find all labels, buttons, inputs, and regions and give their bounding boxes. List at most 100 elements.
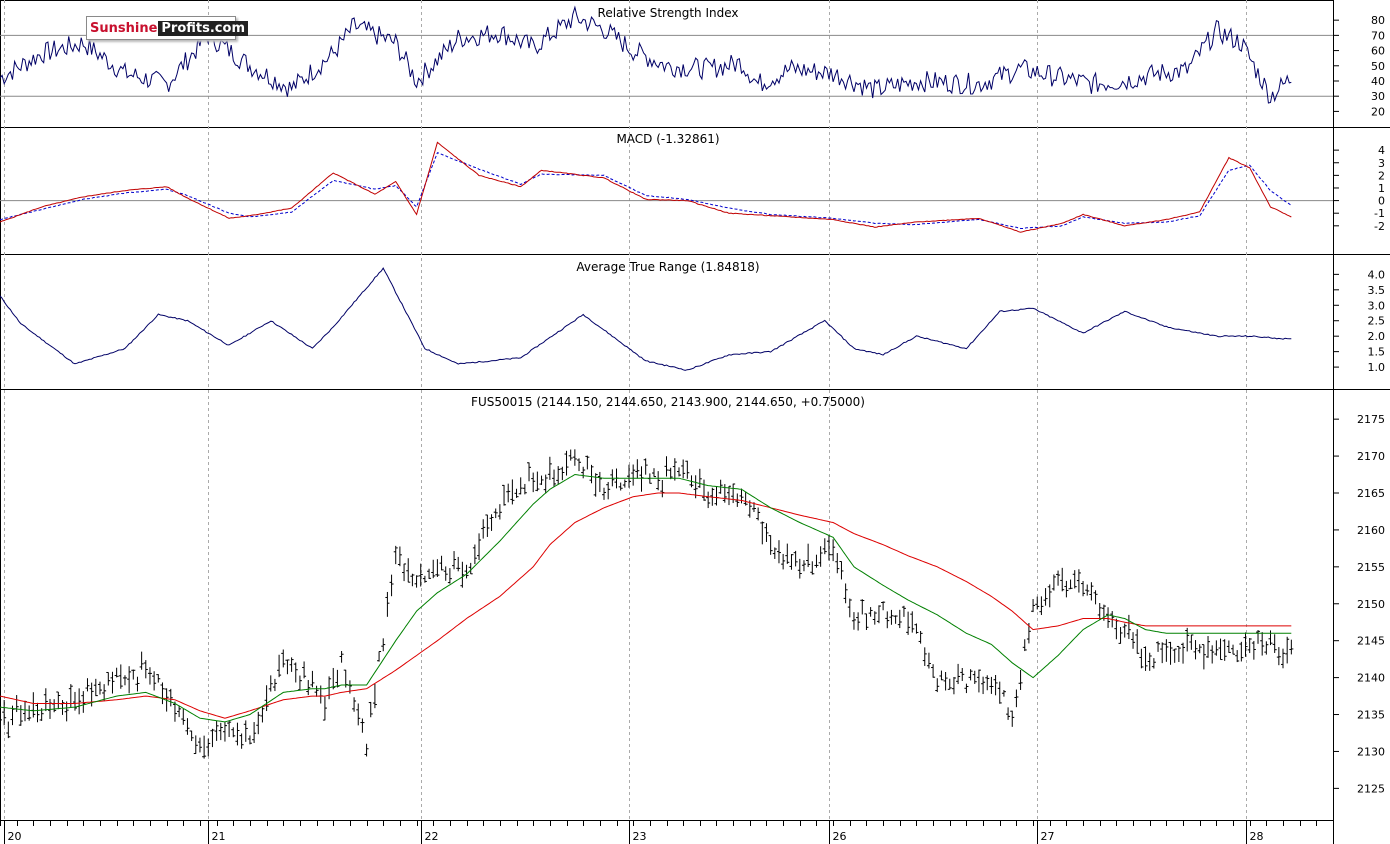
price-bar <box>897 609 902 629</box>
price-bar <box>1156 641 1161 652</box>
price-bar <box>935 678 940 693</box>
price-bar <box>127 666 132 694</box>
price-bar <box>202 735 207 759</box>
price-bar <box>210 728 215 748</box>
price-bar <box>1268 630 1273 646</box>
price-bar <box>1189 634 1194 650</box>
price-bar <box>268 675 273 692</box>
price-bar <box>622 479 627 488</box>
price-bar <box>976 669 981 693</box>
price-bar <box>1172 648 1177 663</box>
price-bar <box>1056 570 1061 586</box>
price-bar <box>35 702 40 723</box>
price-bar <box>556 466 561 485</box>
price-bar <box>810 561 815 575</box>
price-bar <box>435 559 440 577</box>
price-bar <box>522 483 527 495</box>
macd-title: MACD (-1.32861) <box>616 132 719 146</box>
price-bar <box>1031 599 1036 613</box>
price-bar <box>72 691 77 711</box>
chart-window: 20 30 40 50 60 70 80 -2 -1 0 1 2 3 4 1.0 1.5 2.0 2.5 3.0 3.… <box>0 0 1390 844</box>
price-bar <box>776 540 781 564</box>
price-bar <box>876 605 881 624</box>
x-tick-label: 27 <box>1041 830 1055 843</box>
price-bar <box>676 467 681 477</box>
price-bar <box>943 671 948 691</box>
price-bar <box>189 730 194 742</box>
y-tick-label: 3.0 <box>1368 299 1386 312</box>
price-bar <box>1143 646 1148 671</box>
price-bar <box>560 466 565 481</box>
price-bar <box>502 484 507 506</box>
y-tick-label: 3.5 <box>1368 284 1386 297</box>
price-bar <box>289 657 294 672</box>
price-bar <box>1260 632 1265 656</box>
price-bar <box>393 545 398 565</box>
price-bar <box>652 468 657 478</box>
price-bar <box>656 471 661 491</box>
price-bar <box>1068 579 1073 590</box>
y-tick-label: 2155 <box>1357 561 1385 574</box>
price-bar <box>781 553 786 570</box>
price-bar <box>422 575 427 583</box>
price-bar <box>402 563 407 582</box>
price-bar <box>922 647 927 666</box>
y-tick-label: 4.0 <box>1368 268 1386 281</box>
price-bar <box>910 611 915 633</box>
price-bar <box>797 558 802 579</box>
price-bar <box>768 535 773 555</box>
price-bar <box>1089 582 1094 601</box>
price-bar <box>118 664 123 689</box>
price-bar <box>564 450 569 476</box>
price-bar <box>139 651 144 670</box>
price-bar <box>197 737 202 753</box>
y-tick-label: 2175 <box>1357 413 1385 426</box>
price-bar <box>85 678 90 692</box>
price-bar <box>1256 630 1261 644</box>
price-bar <box>131 669 136 680</box>
price-bar <box>989 676 994 694</box>
price-bar <box>1018 670 1023 690</box>
y-tick-label: 2170 <box>1357 450 1385 463</box>
price-bar <box>1168 641 1173 665</box>
price-bar <box>60 700 65 715</box>
price-bar <box>443 566 448 581</box>
price-bar <box>385 591 390 617</box>
price-bar <box>185 718 190 735</box>
price-bar <box>577 458 582 472</box>
price-bar <box>377 651 382 662</box>
price-bar <box>489 514 494 531</box>
price-bar <box>772 547 777 559</box>
price-bar <box>1181 642 1186 664</box>
price-bar <box>639 466 644 492</box>
sunshine-profits-logo: Sunshine Profits.com <box>86 16 248 40</box>
price-bar <box>635 459 640 479</box>
price-bar <box>239 733 244 749</box>
price-bar <box>2 700 7 726</box>
price-bar <box>222 721 227 742</box>
price-bar <box>472 544 477 565</box>
price-bar <box>293 662 298 683</box>
price-bar <box>456 556 461 572</box>
price-bar <box>1010 710 1015 727</box>
price-bar <box>152 671 157 691</box>
price-bar <box>77 688 82 715</box>
price-bar <box>372 683 377 709</box>
price-bar <box>1201 644 1206 670</box>
price-bar <box>968 669 973 681</box>
price-bar <box>31 692 36 718</box>
moving-average-slow <box>0 492 1292 719</box>
y-tick-label: -1 <box>1374 207 1385 220</box>
y-tick-label: 2145 <box>1357 635 1385 648</box>
price-bar <box>339 651 344 663</box>
y-tick-label: 2150 <box>1357 598 1385 611</box>
price-bar <box>731 483 736 504</box>
price-bar <box>535 471 540 492</box>
y-tick-label: 3 <box>1378 157 1385 170</box>
price-bar <box>618 482 623 491</box>
price-bar <box>585 455 590 470</box>
x-tick-label: 26 <box>833 830 847 843</box>
price-bar <box>881 601 886 611</box>
price-bar <box>1014 689 1019 708</box>
price-bar <box>847 598 852 618</box>
